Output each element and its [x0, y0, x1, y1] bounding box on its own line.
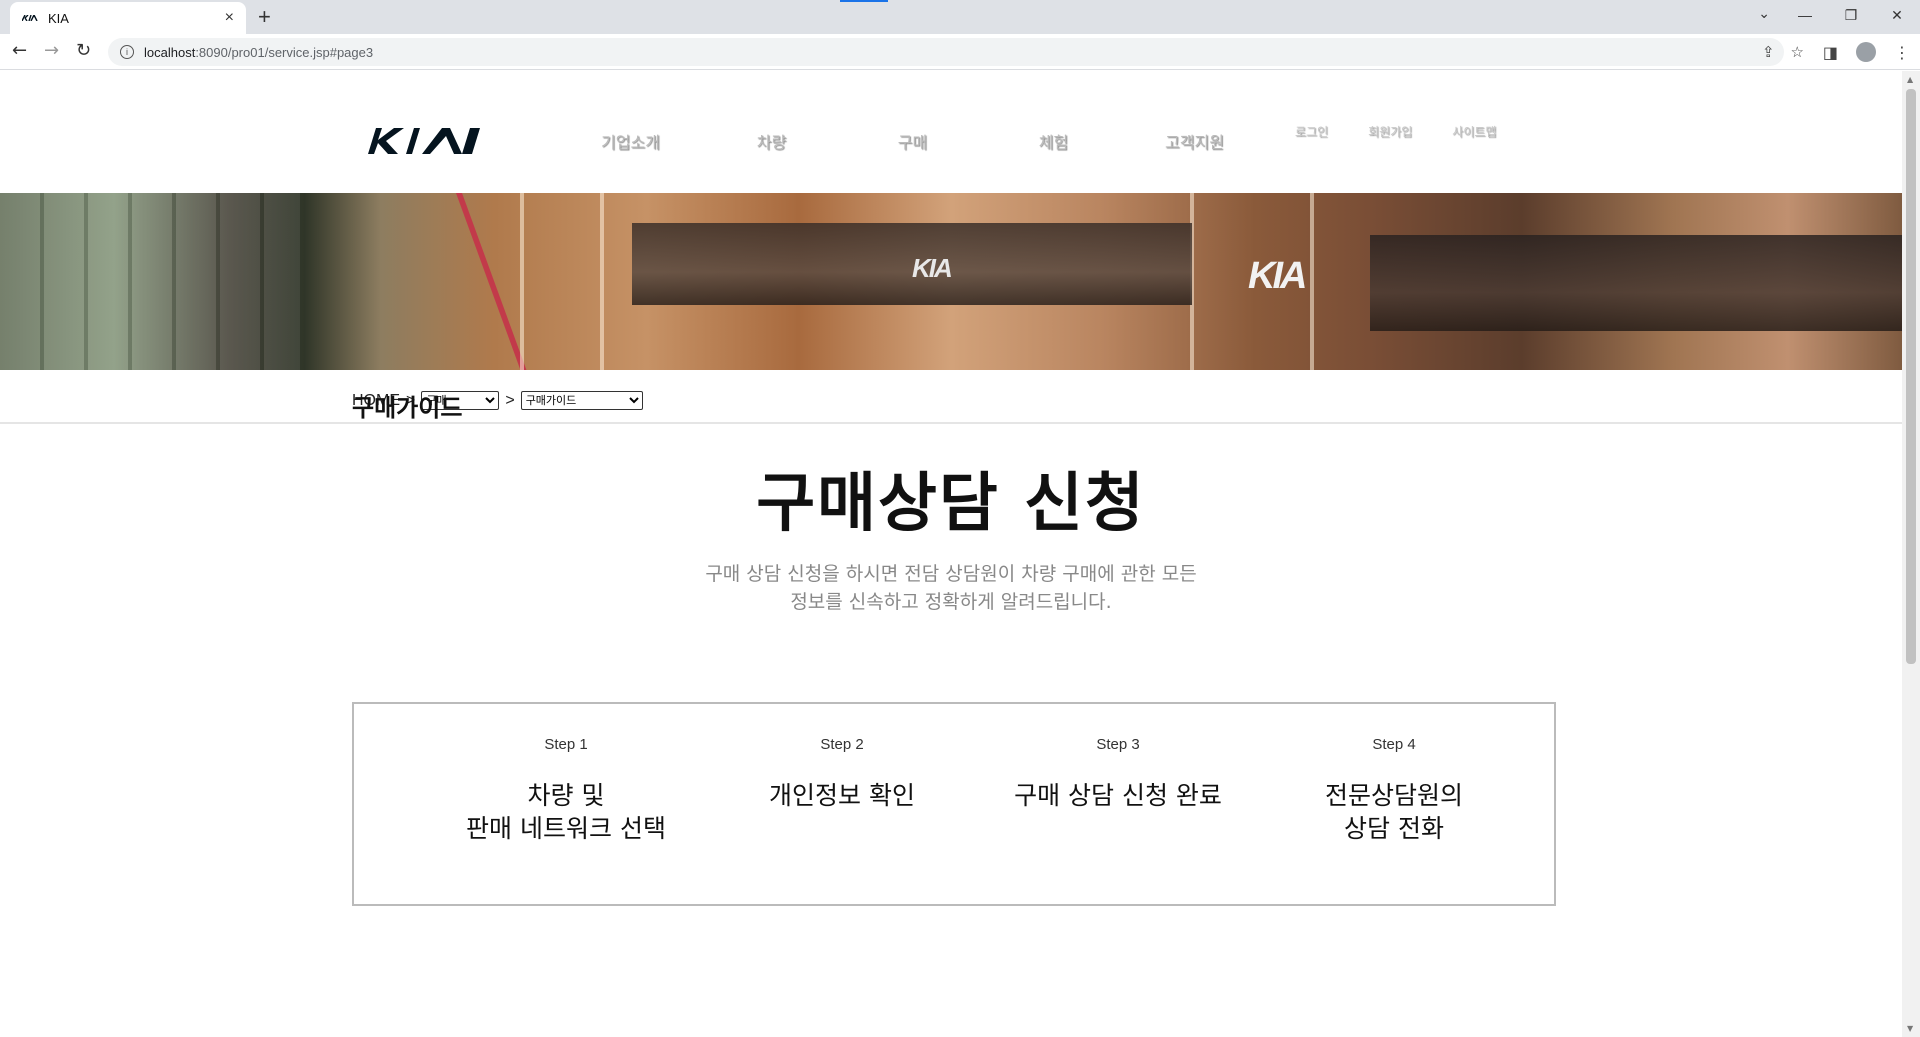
menu-kebab-icon[interactable]: ⋮ [1894, 43, 1910, 62]
back-button[interactable]: ← [12, 40, 27, 61]
address-bar[interactable]: i localhost:8090/pro01/service.jsp#page3 [108, 38, 1784, 66]
restore-button[interactable]: ❐ [1828, 0, 1874, 30]
breadcrumb-bar: HOME > 구매 > 구매가이드 [0, 370, 1902, 424]
nav-company[interactable]: 기업소개 [560, 129, 701, 153]
close-window-button[interactable]: ✕ [1874, 0, 1920, 30]
banner-counter [1370, 235, 1902, 331]
site-info-icon[interactable]: i [120, 45, 134, 59]
bookmark-star-icon[interactable]: ☆ [1791, 43, 1804, 61]
step-item: Step 3 구매 상담 신청 완료 [980, 704, 1256, 812]
new-tab-button[interactable]: + [258, 4, 271, 30]
scrollbar-thumb[interactable] [1906, 89, 1916, 664]
step-item: Step 2 개인정보 확인 [704, 704, 980, 812]
hero-banner-image: KIA KIA [0, 193, 1902, 370]
reload-button[interactable]: ↻ [76, 40, 91, 61]
banner-kia-sign: KIA [912, 253, 953, 283]
step-label: Step 1 [544, 736, 588, 753]
step-item: Step 4 전문상담원의 상담 전화 [1256, 704, 1532, 845]
tab-search-dropdown-icon[interactable]: ⌄ [1758, 6, 1770, 22]
tab-title: KIA [48, 10, 69, 26]
step-name: 차량 및 판매 네트워크 선택 [466, 781, 666, 843]
side-panel-icon[interactable]: ◨ [1823, 43, 1838, 62]
page-scrollbar[interactable]: ▲ ▼ [1902, 71, 1920, 1037]
step-name: 전문상담원의 상담 전화 [1324, 781, 1463, 843]
nav-support[interactable]: 고객지원 [1124, 129, 1265, 153]
step-label: Step 2 [820, 736, 864, 753]
nav-experience[interactable]: 체험 [983, 129, 1124, 153]
kia-logo[interactable] [366, 127, 482, 159]
nav-vehicles[interactable]: 차량 [701, 129, 842, 153]
minimize-button[interactable]: — [1782, 0, 1828, 30]
web-page: 기업소개 차량 구매 체험 고객지원 로그인 회원가입 사이트맵 KIA KIA… [0, 71, 1902, 1037]
step-item: Step 1 차량 및 판매 네트워크 선택 [428, 704, 704, 845]
banner-glass-facade [0, 193, 300, 370]
page-title: 구매상담 신청 [756, 467, 1146, 541]
tab-indicator [840, 0, 888, 2]
url-path: :8090/pro01/service.jsp#page3 [195, 44, 374, 60]
section-title: 구매가이드 [352, 394, 463, 422]
scroll-up-arrow-icon[interactable]: ▲ [1907, 75, 1913, 84]
browser-tab-strip: KIA × + ⌄ — ❐ ✕ [0, 0, 1920, 34]
profile-avatar-icon[interactable] [1856, 42, 1876, 62]
page-description: 구매 상담 신청을 하시면 전담 상담원이 차량 구매에 관한 모든 정보를 신… [0, 560, 1902, 616]
signup-link[interactable]: 회원가입 [1368, 123, 1412, 140]
browser-toolbar: ← → ↻ i localhost:8090/pro01/service.jsp… [0, 34, 1920, 70]
banner-light-pillar [520, 193, 524, 370]
url-host: localhost [144, 44, 196, 60]
banner-kia-sign-large: KIA [1248, 255, 1307, 297]
browser-tab[interactable]: KIA × [10, 2, 246, 34]
scroll-down-arrow-icon[interactable]: ▼ [1907, 1024, 1913, 1033]
step-label: Step 4 [1372, 736, 1416, 753]
kia-favicon-icon [22, 14, 38, 22]
login-link[interactable]: 로그인 [1295, 123, 1328, 140]
banner-light-pillar [1310, 193, 1314, 370]
nav-purchase[interactable]: 구매 [842, 129, 983, 153]
utility-links: 로그인 회원가입 사이트맵 [1295, 123, 1496, 140]
breadcrumb-separator: > [505, 391, 515, 409]
step-label: Step 3 [1096, 736, 1140, 753]
share-icon[interactable]: ⇪ [1762, 43, 1775, 61]
steps-panel: Step 1 차량 및 판매 네트워크 선택 Step 2 개인정보 확인 St… [352, 702, 1556, 906]
main-navigation: 기업소개 차량 구매 체험 고객지원 [560, 129, 1265, 153]
forward-button[interactable]: → [44, 40, 59, 61]
description-line: 구매 상담 신청을 하시면 전담 상담원이 차량 구매에 관한 모든 [705, 563, 1197, 585]
step-name: 개인정보 확인 [769, 781, 915, 810]
tab-close-icon[interactable]: × [225, 9, 234, 27]
subcategory-select[interactable]: 구매가이드 [520, 391, 643, 410]
step-name: 구매 상담 신청 완료 [1014, 781, 1222, 810]
site-header: 기업소개 차량 구매 체험 고객지원 로그인 회원가입 사이트맵 [0, 71, 1902, 193]
description-line: 정보를 신속하고 정확하게 알려드립니다. [790, 591, 1112, 613]
sitemap-link[interactable]: 사이트맵 [1452, 123, 1496, 140]
kia-logo-icon [368, 128, 480, 154]
banner-light-pillar [600, 193, 604, 370]
